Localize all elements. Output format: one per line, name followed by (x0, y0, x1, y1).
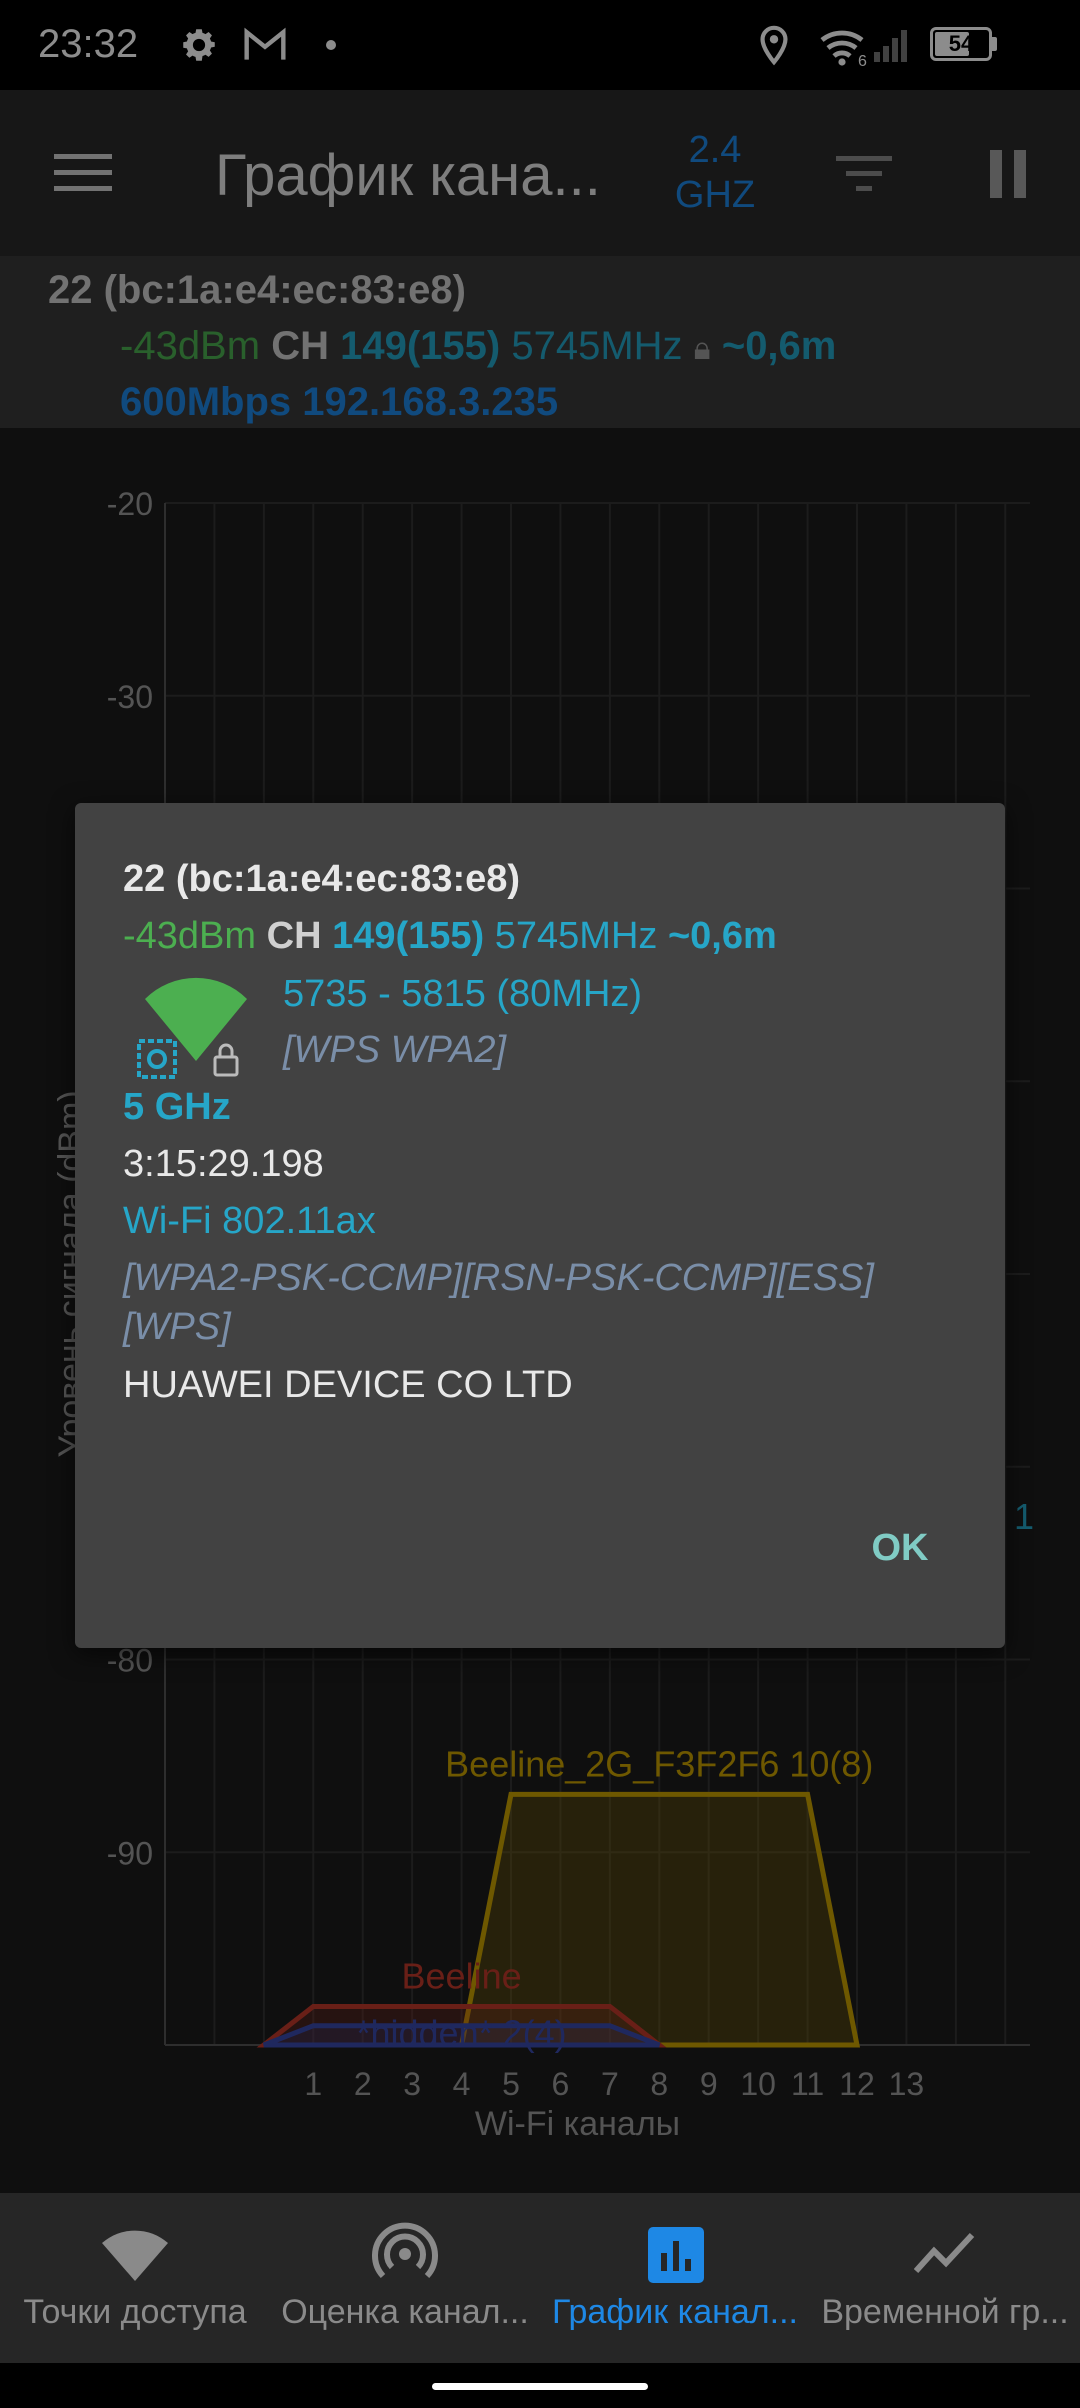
line-chart-icon (914, 2232, 975, 2274)
nav-label-time-graph: Временной гр... (821, 2293, 1069, 2331)
dialog-standard: Wi-Fi 802.11ax (123, 1200, 376, 1242)
dialog-capabilities-2: [WPS] (123, 1306, 231, 1348)
ok-button[interactable]: OK (835, 1508, 965, 1588)
dialog-title: 22 (bc:1a:e4:ec:83:e8) (123, 858, 521, 900)
nav-channel-rating[interactable]: Оценка канал... (270, 2193, 540, 2363)
nav-access-points[interactable]: Точки доступа (0, 2193, 270, 2363)
nav-label-access-points: Точки доступа (23, 2293, 247, 2331)
network-details-dialog: 22 (bc:1a:e4:ec:83:e8) -43dBm CH 149(155… (75, 803, 1005, 1648)
dialog-vendor: HUAWEI DEVICE CO LTD (123, 1364, 573, 1406)
dialog-time: 3:15:29.198 (123, 1143, 324, 1185)
dialog-channel: 149(155) (332, 915, 485, 957)
nav-label-channel-rating: Оценка канал... (281, 2293, 529, 2331)
dialog-capabilities-1: [WPA2-PSK-CCMP][RSN-PSK-CCMP][ESS] (123, 1257, 874, 1299)
bar-chart-icon (648, 2227, 704, 2283)
bottom-navigation: Точки доступа Оценка канал... График кан… (0, 2193, 1080, 2363)
nav-channel-graph[interactable]: График канал... (540, 2193, 810, 2363)
dialog-wps: [WPS WPA2] (283, 1029, 507, 1071)
dialog-range: 5735 - 5815 (80MHz) (283, 973, 643, 1015)
dialog-band: 5 GHz (123, 1086, 231, 1128)
dialog-ch-label: CH (266, 915, 322, 957)
home-indicator[interactable] (432, 2383, 648, 2390)
wps-icon (137, 1039, 177, 1079)
nav-label-channel-graph: График канал... (551, 2293, 798, 2331)
wifi-icon (102, 2230, 168, 2281)
signal-rating-icon (372, 2222, 438, 2279)
dialog-freq: 5745MHz (494, 915, 658, 957)
dialog-lock-icon (213, 1043, 239, 1077)
wifi-strength-icon (137, 977, 247, 1079)
dialog-distance: ~0,6m (667, 915, 777, 957)
dialog-level: -43dBm (123, 915, 257, 957)
dialog-signal-line: -43dBm CH 149(155) 5745MHz ~0,6m (123, 915, 777, 958)
nav-time-graph[interactable]: Временной гр... (810, 2193, 1080, 2363)
